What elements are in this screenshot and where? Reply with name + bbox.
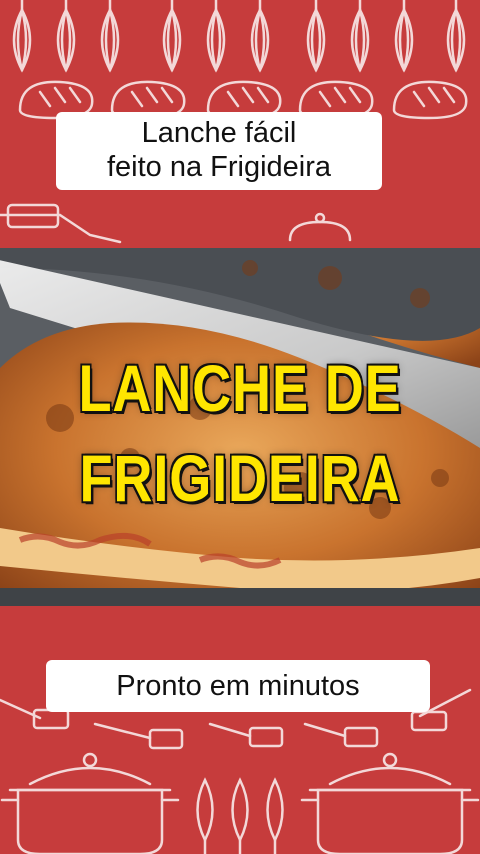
pot-icon	[288, 212, 352, 242]
whisk-icon	[162, 0, 182, 73]
top-caption-line2: feito na Frigideira	[106, 151, 332, 183]
whisk-icon	[350, 0, 370, 73]
whisk-icon	[196, 777, 284, 854]
top-caption: Lanche fácil feito na Frigideira	[56, 112, 382, 190]
whisk-icon	[56, 0, 76, 73]
pot-icon	[300, 752, 480, 854]
sandwich-photo-art	[0, 248, 480, 606]
pot-icon	[0, 752, 180, 854]
headline-line2: FRIGIDEIRA	[78, 440, 401, 517]
whisk-icon	[206, 0, 226, 73]
whisk-icon	[394, 0, 414, 73]
bread-icon	[392, 80, 468, 120]
sandwich-photo	[0, 248, 480, 606]
whisk-icon	[12, 0, 32, 73]
spatula-icon	[0, 203, 122, 244]
whisk-icon	[446, 0, 466, 73]
bottom-caption: Pronto em minutos	[46, 660, 430, 712]
headline-line1: LANCHE DE	[77, 350, 402, 427]
whisk-icon	[250, 0, 270, 73]
whisk-icon	[100, 0, 120, 73]
whisk-icon	[306, 0, 326, 73]
top-caption-line1: Lanche fácil	[141, 117, 297, 149]
